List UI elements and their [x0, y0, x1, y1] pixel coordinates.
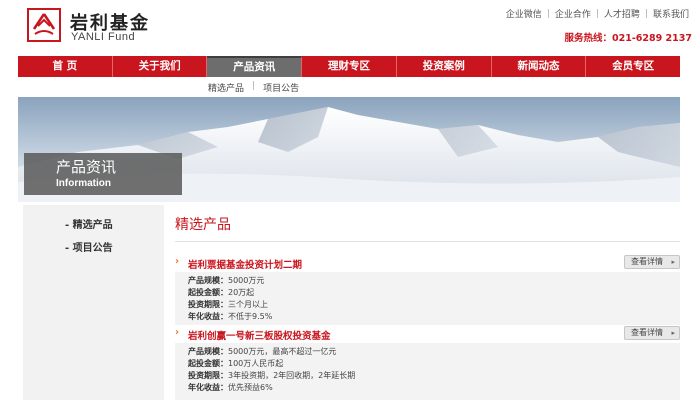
product-header: › 岩利创赢一号新三板股权投资基金 查看详情 ▸: [175, 326, 680, 342]
sidebar-bullet: -: [65, 243, 73, 254]
nav-item-home[interactable]: 首 页: [18, 56, 113, 77]
title-divider: [175, 241, 680, 242]
service-hotline: 服务热线：021-6289 2137: [564, 33, 692, 44]
product-header: › 岩利票据基金投资计划二期 查看详情 ▸: [175, 255, 680, 271]
page-title: 精选产品: [175, 217, 231, 233]
top-link-contact[interactable]: 联系我们: [648, 7, 694, 20]
nav-item-news[interactable]: 新闻动态: [492, 56, 587, 77]
detail-row: 起投金额：20万起: [188, 288, 255, 297]
nav-item-wealth[interactable]: 理财专区: [302, 56, 397, 77]
detail-row: 起投金额：100万人民币起: [188, 359, 284, 368]
nav-item-products[interactable]: 产品资讯: [207, 56, 303, 77]
top-links: 企业微信 | 企业合作 | 人才招聘 | 联系我们: [501, 7, 694, 21]
chevron-right-icon: ›: [175, 327, 180, 338]
subnav-item-featured[interactable]: 精选产品: [208, 81, 244, 94]
nav-item-about[interactable]: 关于我们: [113, 56, 208, 77]
top-link-wechat[interactable]: 企业微信: [501, 7, 547, 20]
sidebar-bullet: -: [65, 220, 73, 231]
main-content: 精选产品 › 岩利票据基金投资计划二期 查看详情 ▸ 产品规模：5000万元 起…: [175, 205, 680, 400]
product-details: 产品规模：5000万元 起投金额：20万起 投资期限：三个月以上 年化收益：不低…: [175, 272, 680, 325]
sidebar-item-featured[interactable]: - 精选产品: [65, 216, 113, 231]
top-link-cooperation[interactable]: 企业合作: [550, 7, 596, 20]
nav-item-members[interactable]: 会员专区: [586, 56, 680, 77]
logo-mark-icon[interactable]: [27, 8, 61, 42]
chevron-right-icon: ▸: [671, 329, 675, 337]
sub-nav: 精选产品 | 项目公告: [18, 77, 680, 97]
logo-name-en: YANLI Fund: [71, 31, 136, 43]
divider: |: [252, 81, 256, 91]
sidebar-item-label: 精选产品: [72, 220, 113, 231]
banner-label: 产品资讯 Information: [24, 153, 182, 195]
chevron-right-icon: ›: [175, 256, 180, 267]
detail-row: 年化收益：不低于9.5%: [188, 312, 273, 321]
product-name[interactable]: 岩利票据基金投资计划二期: [188, 257, 302, 271]
view-details-button[interactable]: 查看详情 ▸: [624, 255, 680, 269]
detail-row: 年化收益：优先预益6%: [188, 383, 273, 392]
product-name[interactable]: 岩利创赢一号新三板股权投资基金: [188, 328, 331, 342]
detail-row: 产品规模：5000万元: [188, 276, 265, 285]
sidebar-item-announcements[interactable]: - 项目公告: [65, 239, 113, 254]
sidebar-item-label: 项目公告: [72, 243, 113, 254]
banner-title-cn: 产品资讯: [56, 158, 117, 176]
subnav-item-announcements[interactable]: 项目公告: [263, 81, 299, 94]
detail-row: 产品规模：5000万元，最高不超过一亿元: [188, 347, 337, 356]
detail-row: 投资期限：三个月以上: [188, 300, 268, 309]
main-nav: 首 页 关于我们 产品资讯 理财专区 投资案例 新闻动态 会员专区: [18, 56, 680, 77]
chevron-right-icon: ▸: [671, 258, 675, 266]
nav-item-cases[interactable]: 投资案例: [397, 56, 492, 77]
site-header: 岩利基金 YANLI Fund 企业微信 | 企业合作 | 人才招聘 | 联系我…: [0, 0, 700, 56]
view-details-label: 查看详情: [631, 257, 663, 266]
view-details-label: 查看详情: [631, 328, 663, 337]
product-details: 产品规模：5000万元，最高不超过一亿元 起投金额：100万人民币起 投资期限：…: [175, 343, 680, 400]
detail-row: 投资期限：3年投资期，2年回收期，2年延长期: [188, 371, 356, 380]
top-link-careers[interactable]: 人才招聘: [599, 7, 645, 20]
sidebar: - 精选产品 - 项目公告: [23, 205, 164, 400]
mountain-banner: 产品资讯 Information: [18, 97, 680, 202]
view-details-button[interactable]: 查看详情 ▸: [624, 326, 680, 340]
banner-title-en: Information: [56, 178, 111, 189]
